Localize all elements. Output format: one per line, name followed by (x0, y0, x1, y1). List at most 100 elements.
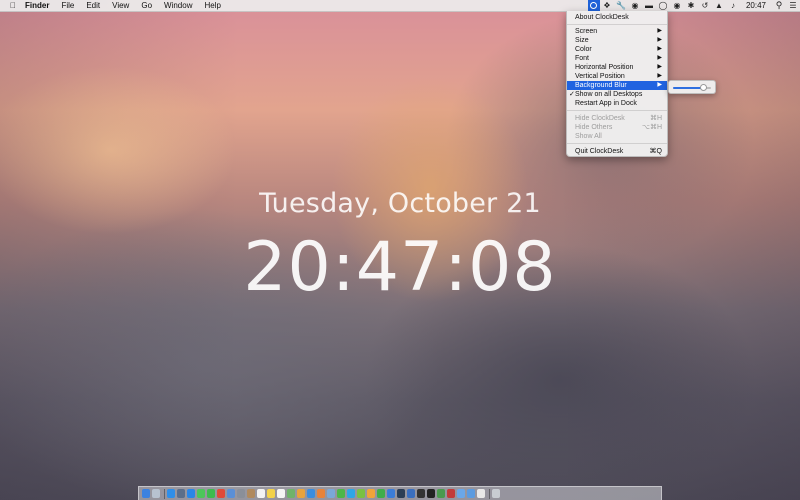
dock-separator (489, 488, 490, 499)
launchpad-icon[interactable] (152, 489, 160, 498)
contacts-icon[interactable] (247, 489, 255, 498)
time-machine-icon[interactable]: ↺ (698, 0, 712, 11)
menu-item-label: Screen (575, 28, 598, 35)
maps-icon[interactable] (287, 489, 295, 498)
volume-icon[interactable]: ♪ (726, 0, 740, 11)
menu-edit[interactable]: Edit (80, 0, 106, 11)
skype-icon[interactable] (347, 489, 355, 498)
menu-separator (567, 24, 667, 25)
menu-item-shortcut: ⌥⌘H (641, 124, 662, 131)
submenu-arrow-icon: ▶ (657, 82, 662, 88)
menu-item-label: Horizontal Position (575, 64, 634, 71)
numbers-icon[interactable] (377, 489, 385, 498)
submenu-arrow-icon: ▶ (657, 55, 662, 61)
status-area: ❖ 🔧 ◉ ▬ ◯ ◉ ✱ ↺ ▲ ♪ 20:47 ⚲ ☰ (587, 0, 800, 11)
clock-date: Tuesday, October 21 (259, 188, 541, 219)
menu-item-size[interactable]: Size ▶ (567, 36, 667, 45)
documents-icon[interactable] (477, 489, 485, 498)
steam-icon[interactable] (397, 489, 405, 498)
spotify-icon[interactable] (357, 489, 365, 498)
clock-time: 20:47:08 (243, 228, 557, 307)
notes-icon[interactable] (267, 489, 275, 498)
itunes-icon[interactable] (307, 489, 315, 498)
trash-icon[interactable] (492, 489, 500, 498)
menu-go[interactable]: Go (135, 0, 158, 11)
folder-icon[interactable] (457, 489, 465, 498)
menu-separator (567, 110, 667, 111)
activity-monitor-icon[interactable] (437, 489, 445, 498)
shield-icon[interactable]: ◉ (628, 0, 642, 11)
pages-icon[interactable] (367, 489, 375, 498)
menu-item-label: Quit ClockDesk (575, 148, 624, 155)
downloads-icon[interactable] (467, 489, 475, 498)
safari-icon[interactable] (167, 489, 175, 498)
menu-item-screen[interactable]: Screen ▶ (567, 27, 667, 36)
menu-item-label: About ClockDesk (575, 14, 629, 21)
finder-icon[interactable] (142, 489, 150, 498)
menu-item-background-blur[interactable]: Background Blur ▶ (567, 81, 667, 90)
submenu-arrow-icon: ▶ (657, 28, 662, 34)
wifi-icon[interactable]: ▲ (712, 0, 726, 11)
chrome-icon[interactable] (217, 489, 225, 498)
dropbox-icon[interactable]: ❖ (600, 0, 614, 11)
calendar-icon[interactable] (257, 489, 265, 498)
battery-icon[interactable]: ▬ (642, 0, 656, 11)
notification-icon[interactable]: ☰ (786, 0, 800, 11)
menu-item-quit-clockdesk[interactable]: Quit ClockDesk ⌘Q (567, 147, 667, 156)
menu-item-shortcut: ⌘H (649, 115, 662, 122)
menu-item-shortcut: ⌘Q (649, 148, 662, 155)
menu-item-hide-others: Hide Others ⌥⌘H (567, 123, 667, 132)
blur-slider-track[interactable] (673, 84, 711, 91)
xcode-icon[interactable] (407, 489, 415, 498)
ibooks-icon[interactable] (317, 489, 325, 498)
mission-control-icon[interactable] (177, 489, 185, 498)
photos-icon[interactable] (297, 489, 305, 498)
menu-item-about-clockdesk[interactable]: About ClockDesk (567, 13, 667, 22)
menu-item-label: Show on all Desktops (575, 91, 643, 98)
preview-icon[interactable] (327, 489, 335, 498)
bluetooth-icon[interactable]: ✱ (684, 0, 698, 11)
photo-booth-icon[interactable] (447, 489, 455, 498)
menu-item-show-on-all-desktops[interactable]: ✓ Show on all Desktops (567, 90, 667, 99)
sync-icon[interactable]: ◯ (656, 0, 670, 11)
menu-item-label: Size (575, 37, 589, 44)
menu-app-name[interactable]: Finder (19, 0, 55, 11)
menu-item-color[interactable]: Color ▶ (567, 45, 667, 54)
menu-item-label: Show All (575, 133, 602, 140)
console-icon[interactable] (417, 489, 425, 498)
menu-item-label: Hide Others (575, 124, 613, 131)
mail-icon[interactable] (227, 489, 235, 498)
menu-item-show-all: Show All (567, 132, 667, 141)
evernote-icon[interactable] (337, 489, 345, 498)
menu-item-horizontal-position[interactable]: Horizontal Position ▶ (567, 63, 667, 72)
submenu-arrow-icon: ▶ (657, 46, 662, 52)
menu-file[interactable]: File (55, 0, 80, 11)
blur-slider-knob[interactable] (699, 84, 707, 91)
menu-separator (567, 143, 667, 144)
blur-slider-fill (673, 87, 703, 89)
submenu-arrow-icon: ▶ (657, 64, 662, 70)
tools-icon[interactable]: 🔧 (614, 0, 628, 11)
apple-logo-icon[interactable]:  (7, 1, 19, 10)
menubar-clock[interactable]: 20:47 (740, 1, 772, 10)
menu-help[interactable]: Help (198, 0, 226, 11)
facetime-icon[interactable] (207, 489, 215, 498)
background-blur-submenu (668, 80, 716, 94)
audio-icon[interactable]: ◉ (670, 0, 684, 11)
search-icon[interactable]: ⚲ (772, 0, 786, 11)
app-store-icon[interactable] (187, 489, 195, 498)
messages-icon[interactable] (197, 489, 205, 498)
system-preferences-icon[interactable] (237, 489, 245, 498)
menu-window[interactable]: Window (158, 0, 198, 11)
menu-view[interactable]: View (106, 0, 135, 11)
checkmark-icon: ✓ (569, 91, 575, 98)
terminal-icon[interactable] (427, 489, 435, 498)
menu-item-vertical-position[interactable]: Vertical Position ▶ (567, 72, 667, 81)
keynote-icon[interactable] (387, 489, 395, 498)
dock-separator (164, 488, 165, 499)
clockdesk-icon[interactable] (587, 0, 600, 11)
menu-item-restart-app-in-dock[interactable]: Restart App in Dock (567, 99, 667, 108)
menu-item-hide-clockdesk: Hide ClockDesk ⌘H (567, 114, 667, 123)
reminders-icon[interactable] (277, 489, 285, 498)
menu-item-font[interactable]: Font ▶ (567, 54, 667, 63)
